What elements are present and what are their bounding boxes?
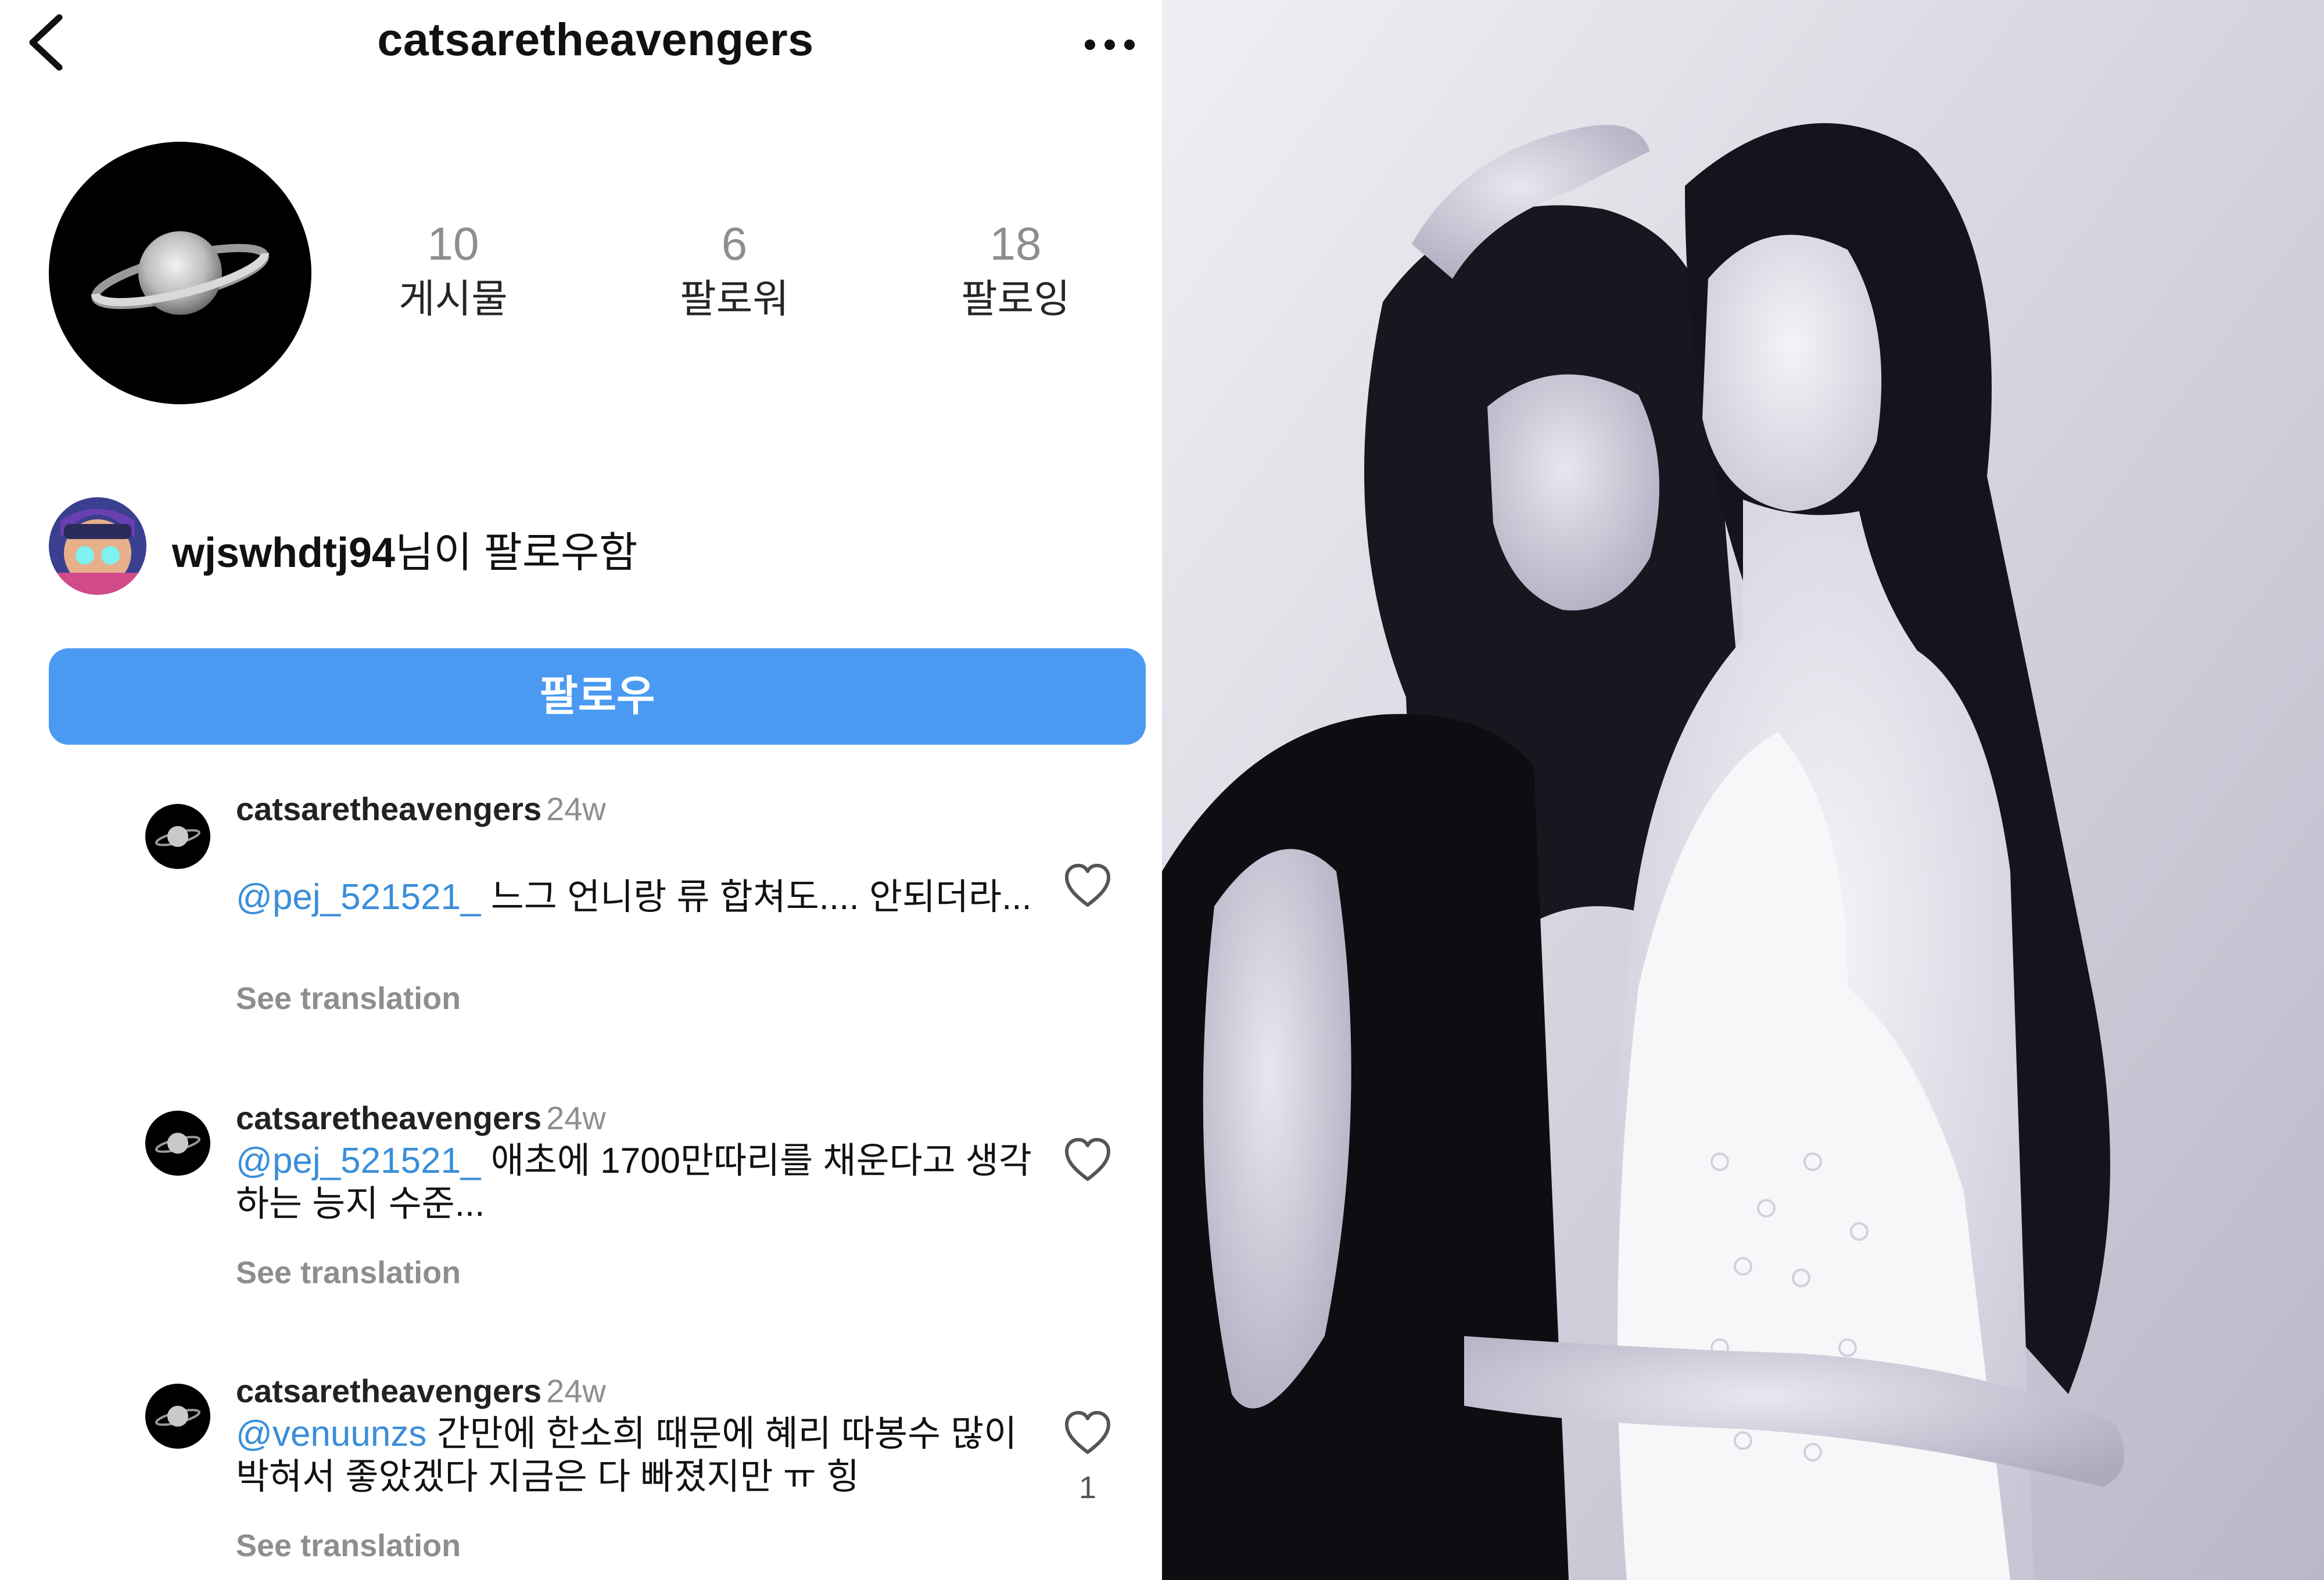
like-count: 1 <box>1078 1470 1097 1505</box>
comment-mention[interactable]: @pej_521521_ <box>236 1141 481 1181</box>
see-translation-link[interactable]: See translation <box>236 1528 461 1564</box>
like-button[interactable] <box>1063 862 1112 909</box>
comment-body: @pej_521521_ 느그 언니랑 류 합쳐도.... 안되더라... <box>236 876 1038 919</box>
saturn-planet-icon <box>91 231 269 315</box>
see-translation-link[interactable]: See translation <box>236 1255 461 1291</box>
saturn-planet-icon <box>155 826 200 847</box>
comment-username[interactable]: catsaretheavengers <box>236 1373 541 1409</box>
comment-item: catsaretheavengers 24w @venuunzs 간만에 한소희 … <box>0 1372 1162 1580</box>
comment-time: 24w <box>546 1373 606 1409</box>
comment-avatar[interactable] <box>145 1384 210 1449</box>
comment-header: catsaretheavengers 24w <box>236 790 606 828</box>
more-horizontal-icon <box>1085 40 1135 50</box>
saturn-planet-icon <box>155 1406 200 1427</box>
see-translation-link[interactable]: See translation <box>236 981 461 1017</box>
comment-avatar[interactable] <box>145 1111 210 1176</box>
followers-label: 팔로워 <box>680 277 789 321</box>
profile-avatar[interactable] <box>49 142 311 404</box>
followers-count: 6 <box>721 218 748 270</box>
saturn-planet-icon <box>155 1133 200 1154</box>
following-label: 팔로잉 <box>961 277 1070 321</box>
stat-posts[interactable]: 10 게시물 <box>366 215 540 325</box>
portrait-photo <box>1162 0 2324 1580</box>
following-count: 18 <box>989 218 1042 270</box>
stat-followers[interactable]: 6 팔로워 <box>647 215 822 325</box>
comment-mention[interactable]: @pej_521521_ <box>236 877 481 917</box>
follower-username[interactable]: wjswhdtj94 <box>172 530 395 576</box>
comment-username[interactable]: catsaretheavengers <box>236 1100 541 1136</box>
comment-item: catsaretheavengers 24w @pej_521521_ 느그 언니… <box>0 791 1162 1060</box>
comment-body: @pej_521521_ 애초에 1700만따리를 채운다고 생각하는 능지 수… <box>236 1140 1038 1226</box>
comment-text: 느그 언니랑 류 합쳐도.... 안되더라... <box>480 877 1032 917</box>
followed-by-text: wjswhdtj94님이 팔로우함 <box>172 518 638 579</box>
follower-avatar[interactable] <box>49 497 146 595</box>
comment-time: 24w <box>546 1100 606 1136</box>
like-button[interactable] <box>1063 1136 1112 1183</box>
heart-icon <box>1065 1138 1110 1181</box>
comment-item: catsaretheavengers 24w @pej_521521_ 애초에 1… <box>0 1099 1162 1343</box>
comment-time: 24w <box>546 791 606 827</box>
followed-by-row[interactable]: wjswhdtj94님이 팔로우함 <box>49 497 1095 596</box>
heart-icon <box>1065 864 1110 907</box>
profile-username-title: catsaretheavengers <box>377 13 814 65</box>
photo-panel <box>1162 0 2324 1580</box>
posts-label: 게시물 <box>399 277 508 321</box>
top-bar: catsaretheavengers <box>0 0 1162 87</box>
comment-header: catsaretheavengers 24w <box>236 1372 606 1410</box>
comment-username[interactable]: catsaretheavengers <box>236 791 541 827</box>
anime-avatar-icon <box>49 497 146 595</box>
follow-button[interactable]: 팔로우 <box>49 648 1146 745</box>
comment-header: catsaretheavengers 24w <box>236 1099 606 1137</box>
comment-mention[interactable]: @venuunzs <box>236 1414 426 1454</box>
like-button[interactable] <box>1063 1409 1112 1456</box>
profile-screen: catsaretheavengers 10 게시물 6 팔로워 18 팔로잉 w… <box>0 0 1162 1580</box>
comment-body: @venuunzs 간만에 한소희 때문에 혜리 따봉수 많이 박혀서 좋았겠다… <box>236 1413 1038 1499</box>
more-options-button[interactable] <box>1081 30 1139 59</box>
stat-following[interactable]: 18 팔로잉 <box>928 215 1103 325</box>
comment-avatar[interactable] <box>145 804 210 869</box>
followed-by-suffix: 님이 팔로우함 <box>395 530 638 576</box>
posts-count: 10 <box>427 218 479 270</box>
heart-icon <box>1065 1411 1110 1454</box>
